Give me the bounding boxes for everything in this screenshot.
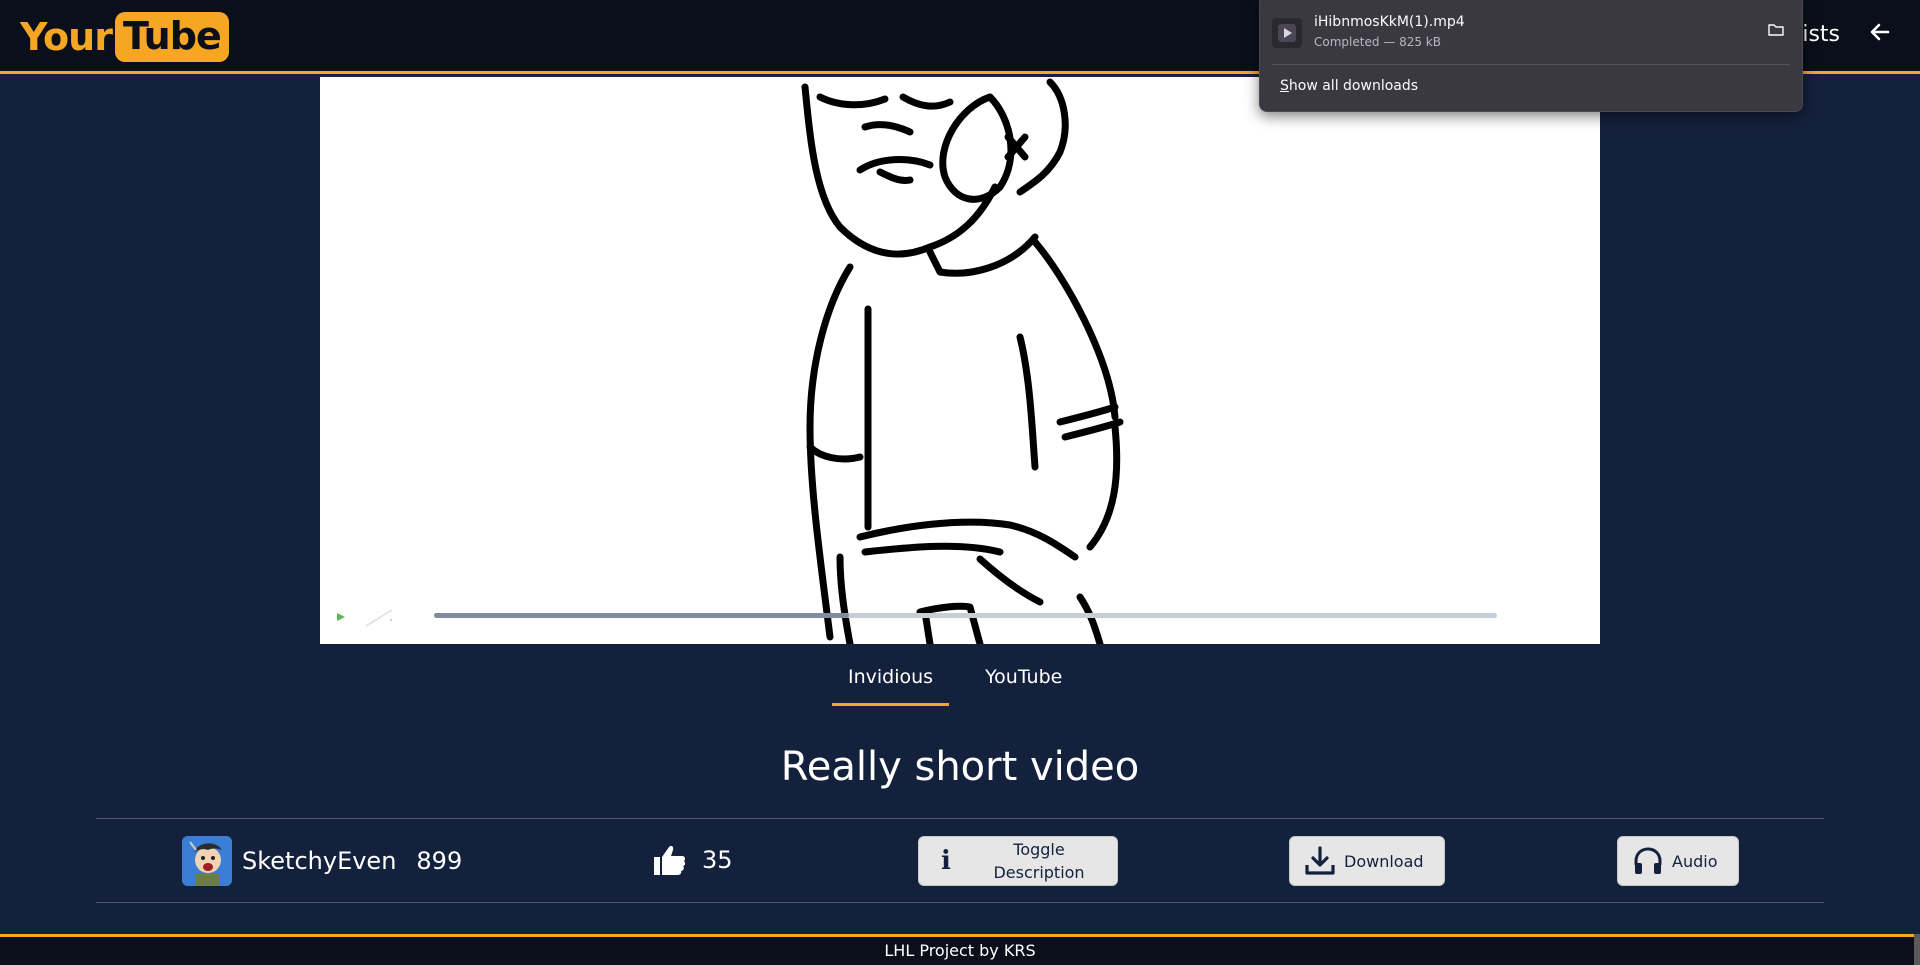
- progress-bar-fill: [434, 613, 849, 618]
- thumbs-up-icon: [654, 846, 686, 875]
- audio-label: Audio: [1672, 851, 1718, 871]
- video-player[interactable]: [320, 77, 1600, 644]
- download-label: Download: [1344, 851, 1424, 871]
- volume-slider-icon[interactable]: [364, 608, 394, 628]
- likes: 35: [652, 844, 733, 876]
- toggle-line-1: Toggle: [1013, 840, 1065, 859]
- video-frame-drawing: [801, 78, 1124, 644]
- video-file-icon: [1272, 18, 1302, 48]
- folder-icon[interactable]: [1766, 20, 1786, 40]
- toggle-line-2: Description: [993, 863, 1085, 882]
- download-button[interactable]: Download: [1289, 836, 1445, 886]
- video-info-bar: SketchyEven 899 35 i Toggle Description D…: [96, 820, 1824, 902]
- logo-your: Your: [20, 15, 113, 59]
- player-controls: [320, 604, 1600, 644]
- scrollbar[interactable]: [1914, 934, 1920, 965]
- downloads-separator: [1272, 64, 1790, 65]
- site-footer: LHL Project by KRS: [0, 934, 1920, 965]
- info-icon: i: [941, 846, 951, 876]
- video-title: Really short video: [780, 744, 1140, 790]
- toggle-description-button[interactable]: i Toggle Description: [918, 836, 1118, 886]
- download-item[interactable]: iHibnmosKkM(1).mp4 Completed — 825 kB: [1272, 14, 1792, 60]
- site-logo[interactable]: Your Tube: [20, 12, 229, 62]
- audio-button[interactable]: Audio: [1617, 836, 1739, 886]
- headphones-icon: [1634, 847, 1662, 874]
- play-icon[interactable]: [336, 612, 346, 622]
- back-arrow-icon[interactable]: [1868, 20, 1892, 51]
- avatar[interactable]: [182, 836, 232, 886]
- download-icon: [1305, 846, 1335, 875]
- progress-bar[interactable]: [434, 613, 1497, 618]
- subscriber-count: 899: [416, 847, 463, 875]
- tab-invidious[interactable]: Invidious: [832, 660, 950, 706]
- channel-info[interactable]: SketchyEven 899: [182, 836, 462, 886]
- show-all-accesskey: S: [1280, 78, 1289, 94]
- logo-tube: Tube: [114, 12, 229, 62]
- show-all-label: how all downloads: [1288, 78, 1419, 94]
- show-all-downloads-link[interactable]: Show all downloads: [1280, 78, 1418, 94]
- like-count: 35: [702, 846, 733, 874]
- toggle-description-label: Toggle Description: [961, 838, 1117, 884]
- downloads-panel: iHibnmosKkM(1).mp4 Completed — 825 kB Sh…: [1259, 0, 1803, 112]
- source-tabs: Invidious YouTube: [832, 660, 1098, 706]
- info-divider-bottom: [96, 902, 1824, 903]
- download-file-name: iHibnmosKkM(1).mp4: [1314, 14, 1465, 30]
- download-status: Completed — 825 kB: [1314, 35, 1441, 49]
- tab-youtube[interactable]: YouTube: [969, 660, 1078, 706]
- info-divider-top: [96, 818, 1824, 819]
- channel-name[interactable]: SketchyEven: [242, 847, 396, 875]
